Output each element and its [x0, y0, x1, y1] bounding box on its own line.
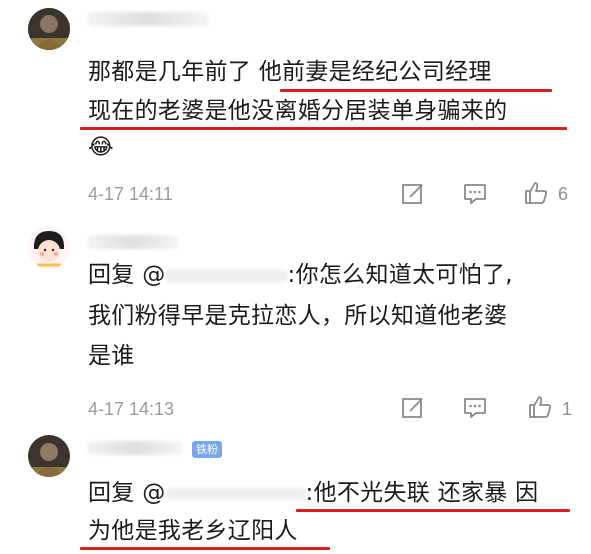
comment-text-line-2: 现在的老婆是他没离婚分居装单身骗来的 — [88, 98, 508, 124]
highlight-underline — [80, 547, 330, 550]
mentioned-user[interactable] — [165, 487, 306, 500]
avatar-image — [28, 8, 70, 50]
mentioned-user[interactable] — [165, 269, 288, 282]
fan-badge: 铁粉 — [192, 441, 222, 458]
reply-text: :他不光失联 还家暴 因 — [305, 480, 539, 506]
timestamp: 4-17 14:11 — [88, 184, 173, 204]
reply-line-3: 是谁 — [88, 343, 135, 369]
timestamp: 4-17 14:13 — [88, 399, 175, 419]
reply-prefix: 回复 @ — [88, 262, 166, 288]
edit-icon[interactable] — [400, 181, 426, 207]
thumbs-up-icon[interactable] — [523, 180, 549, 206]
avatar[interactable] — [28, 8, 70, 50]
highlight-underline — [80, 127, 567, 130]
username[interactable] — [88, 12, 208, 26]
edit-icon[interactable] — [400, 395, 426, 421]
highlight-underline — [296, 509, 570, 512]
comment-1: 那都是几年前了 他前妻是经纪公司经理 现在的老婆是他没离婚分居装单身骗来的 😂 … — [0, 0, 591, 225]
reply-line-1: 回复 @ :你怎么知道太可怕了, — [88, 259, 513, 292]
reply-line-2: 为他是我老乡辽阳人 — [88, 518, 298, 544]
comment-2: 回复 @ :你怎么知道太可怕了, 我们粉得早是克拉恋人，所以知道他老婆 是谁 4-… — [0, 225, 591, 425]
reply-text: :你怎么知道太可怕了, — [287, 262, 513, 288]
comment-3: 铁粉 回复 @ :他不光失联 还家暴 因 为他是我老乡辽阳人 — [0, 425, 591, 554]
highlight-underline — [280, 89, 552, 92]
comment-text-part: 那都是几年前了 — [88, 59, 259, 85]
like-count: 1 — [562, 399, 573, 419]
comment-icon[interactable] — [462, 395, 488, 421]
comment-text-line-1: 那都是几年前了 他前妻是经纪公司经理 — [88, 56, 492, 89]
reply-line-1: 回复 @ :他不光失联 还家暴 因 — [88, 477, 539, 510]
like-count: 6 — [558, 184, 569, 204]
avatar-image — [28, 435, 70, 477]
comment-icon[interactable] — [462, 181, 488, 207]
comment-text-highlight: 他前妻是经纪公司经理 — [258, 59, 492, 85]
username[interactable] — [88, 441, 183, 455]
avatar[interactable] — [28, 227, 70, 269]
thumbs-up-icon[interactable] — [527, 394, 553, 420]
laughing-emoji-icon: 😂 — [88, 134, 114, 159]
reply-prefix: 回复 @ — [88, 480, 166, 506]
reply-line-2: 我们粉得早是克拉恋人，所以知道他老婆 — [88, 303, 508, 329]
avatar-image — [28, 227, 70, 269]
avatar[interactable] — [28, 435, 70, 477]
username[interactable] — [88, 235, 178, 249]
